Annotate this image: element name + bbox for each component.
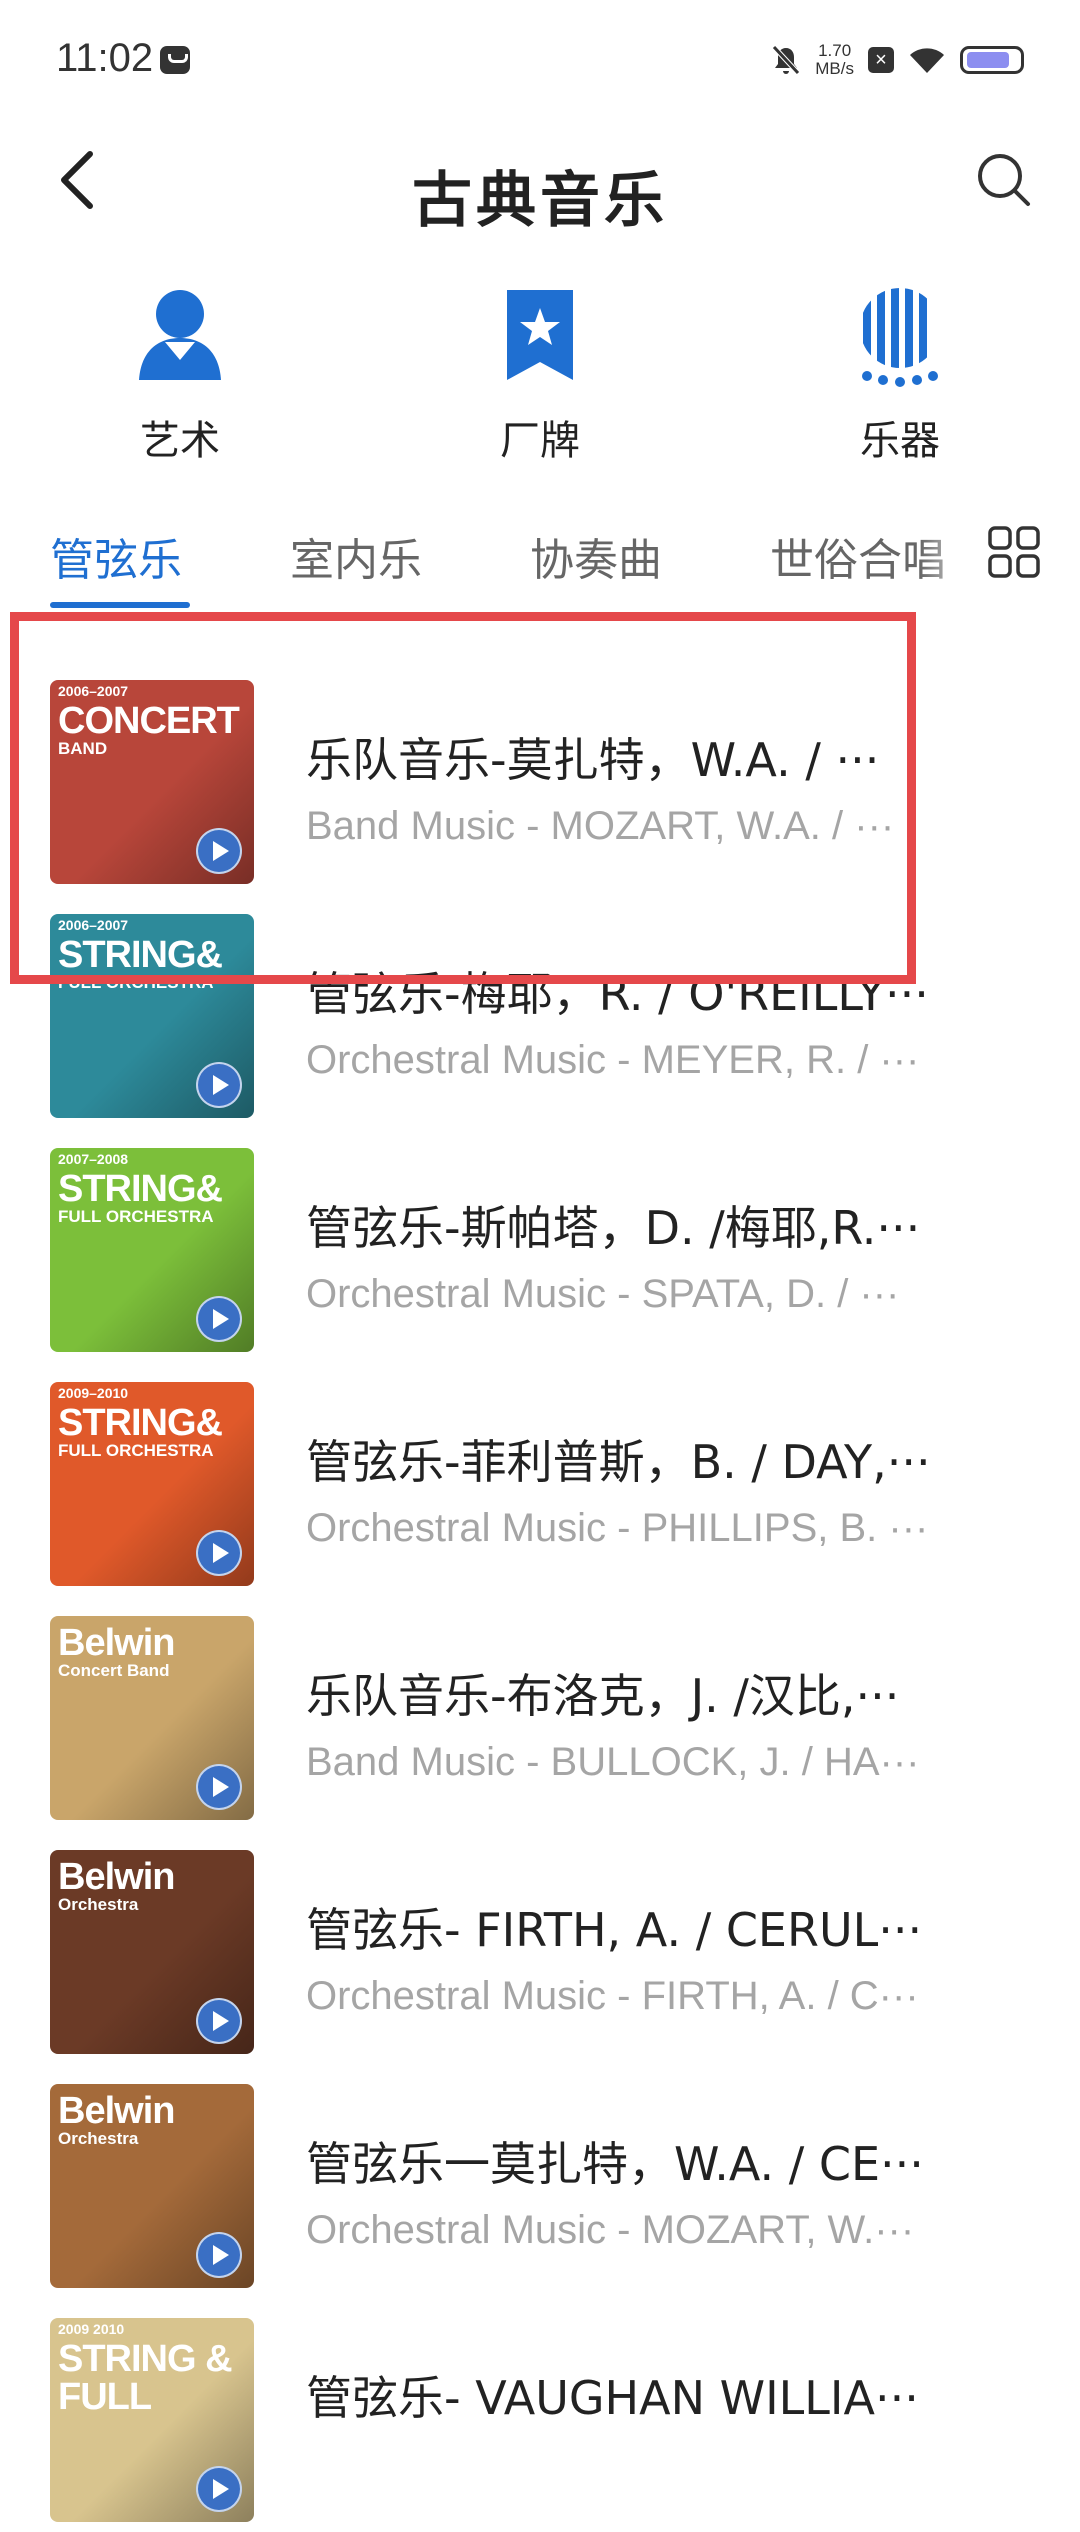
instrument-icon xyxy=(862,288,938,387)
cover-text: 2009 2010 STRING & FULL xyxy=(58,2322,254,2416)
cover-text: 2006–2007 CONCERT BAND xyxy=(58,683,240,758)
item-title: 管弦乐-斯帕塔，D. /梅耶,R.··· xyxy=(306,1201,921,1255)
tab-fade xyxy=(920,510,980,600)
battery-icon xyxy=(960,46,1024,74)
cover-subtitle: FULL ORCHESTRA xyxy=(58,973,214,992)
list-item[interactable]: 2006–2007 CONCERT BAND 乐队音乐-莫扎特，W.A. / ·… xyxy=(0,660,1080,894)
album-cover: Belwin Orchestra xyxy=(50,1850,254,2054)
album-cover: 2009–2010 STRING& FULL ORCHESTRA xyxy=(50,1382,254,1586)
app-header: 古典音乐 xyxy=(0,120,1080,240)
message-icon xyxy=(160,46,190,74)
item-subtitle: Orchestral Music - FIRTH, A. / C··· xyxy=(306,1974,919,2018)
album-cover: 2007–2008 STRING& FULL ORCHESTRA xyxy=(50,1148,254,1352)
category-instruments[interactable]: 乐器 xyxy=(780,280,1020,466)
play-icon[interactable] xyxy=(196,828,242,874)
cover-text: 2006–2007 STRING& FULL ORCHESTRA xyxy=(58,917,223,992)
play-icon[interactable] xyxy=(196,2232,242,2278)
item-subtitle: Band Music - BULLOCK, J. / HA··· xyxy=(306,1740,920,1784)
list-item[interactable]: Belwin Orchestra 管弦乐一莫扎特，W.A. / CE··· Or… xyxy=(0,2064,1080,2298)
cover-text: Belwin Concert Band xyxy=(58,1620,175,1680)
grid-menu-icon[interactable] xyxy=(984,522,1044,582)
item-title: 管弦乐- VAUGHAN WILLIA··· xyxy=(306,2371,919,2425)
play-icon[interactable] xyxy=(196,1062,242,1108)
speed-unit: MB/s xyxy=(815,59,854,78)
cover-year: 2006–2007 xyxy=(58,917,129,933)
item-title: 管弦乐一莫扎特，W.A. / CE··· xyxy=(306,2137,924,2191)
network-speed: 1.70 MB/s xyxy=(815,42,854,78)
list-item[interactable]: 2007–2008 STRING& FULL ORCHESTRA 管弦乐-斯帕塔… xyxy=(0,1128,1080,1362)
bell-off-icon xyxy=(772,45,801,75)
search-icon[interactable] xyxy=(968,144,1040,216)
play-icon[interactable] xyxy=(196,1530,242,1576)
cover-subtitle: Orchestra xyxy=(58,1895,139,1914)
tab-orchestral[interactable]: 管弦乐 xyxy=(50,524,182,588)
cover-subtitle: Concert Band xyxy=(58,1661,170,1680)
cover-year: 2007–2008 xyxy=(58,1151,129,1167)
cover-text: Belwin Orchestra xyxy=(58,2088,175,2148)
cover-title: Belwin xyxy=(58,1622,175,1664)
cover-text: 2009–2010 STRING& FULL ORCHESTRA xyxy=(58,1385,223,1460)
item-subtitle: Orchestral Music - SPATA, D. / ··· xyxy=(306,1272,900,1316)
wifi-icon xyxy=(910,48,944,73)
category-label: 艺术 xyxy=(140,418,220,464)
cover-text: 2007–2008 STRING& FULL ORCHESTRA xyxy=(58,1151,223,1226)
album-cover: 2006–2007 STRING& FULL ORCHESTRA xyxy=(50,914,254,1118)
cover-subtitle: FULL ORCHESTRA xyxy=(58,1441,214,1460)
cover-year: 2009–2010 xyxy=(58,1385,129,1401)
x-box-icon: × xyxy=(868,47,894,73)
album-cover: 2006–2007 CONCERT BAND xyxy=(50,680,254,884)
item-title: 乐队音乐-布洛克，J. /汉比,··· xyxy=(306,1669,900,1723)
item-title: 管弦乐- FIRTH, A. / CERUL··· xyxy=(306,1903,923,1957)
tab-bar: 管弦乐 室内乐 协奏曲 世俗合唱 xyxy=(0,510,1080,610)
cover-title: STRING& xyxy=(58,1168,223,1210)
cover-subtitle: BAND xyxy=(58,739,108,758)
status-time: 11:02 xyxy=(56,36,154,80)
cover-title: CONCERT xyxy=(58,700,240,742)
person-icon xyxy=(139,290,221,380)
cover-year: 2009 2010 xyxy=(58,2321,125,2337)
album-cover: 2009 2010 STRING & FULL xyxy=(50,2318,254,2522)
play-icon[interactable] xyxy=(196,1764,242,1810)
battery-level xyxy=(967,52,1009,68)
list-item[interactable]: 2009–2010 STRING& FULL ORCHESTRA 管弦乐-菲利普… xyxy=(0,1362,1080,1596)
item-subtitle: Band Music - MOZART, W.A. / ··· xyxy=(306,804,895,848)
play-icon[interactable] xyxy=(196,2466,242,2512)
album-cover: Belwin Orchestra xyxy=(50,2084,254,2288)
category-label: 厂牌 xyxy=(500,418,580,464)
list-item[interactable]: 2006–2007 STRING& FULL ORCHESTRA 管弦乐-梅耶，… xyxy=(0,894,1080,1128)
cover-title: STRING& xyxy=(58,1402,223,1444)
item-subtitle: Orchestral Music - MOZART, W.··· xyxy=(306,2208,915,2252)
status-bar: 11:02 1.70 MB/s × xyxy=(0,0,1080,120)
category-row: 艺术 厂牌 乐器 xyxy=(0,280,1080,480)
category-artists[interactable]: 艺术 xyxy=(60,280,300,466)
list-item[interactable]: Belwin Concert Band 乐队音乐-布洛克，J. /汉比,··· … xyxy=(0,1596,1080,1830)
list-item[interactable]: 2009 2010 STRING & FULL 管弦乐- VAUGHAN WIL… xyxy=(0,2298,1080,2532)
page-title: 古典音乐 xyxy=(412,166,668,236)
item-title: 管弦乐-菲利普斯，B. / DAY,··· xyxy=(306,1435,931,1489)
item-subtitle: Orchestral Music - PHILLIPS, B. ··· xyxy=(306,1506,929,1550)
cover-year: 2006–2007 xyxy=(58,683,129,699)
active-tab-indicator xyxy=(50,602,190,608)
cover-subtitle: FULL ORCHESTRA xyxy=(58,1207,214,1226)
item-title: 乐队音乐-莫扎特，W.A. / ··· xyxy=(306,733,880,787)
tab-chamber[interactable]: 室内乐 xyxy=(290,524,422,588)
item-subtitle: Orchestral Music - MEYER, R. / ··· xyxy=(306,1038,920,1082)
cover-text: Belwin Orchestra xyxy=(58,1854,175,1914)
item-title: 管弦乐-梅耶，R. / O'REILLY··· xyxy=(306,967,929,1021)
play-icon[interactable] xyxy=(196,1998,242,2044)
cover-subtitle: Orchestra xyxy=(58,2129,139,2148)
cover-title: STRING& xyxy=(58,934,223,976)
album-cover: Belwin Concert Band xyxy=(50,1616,254,1820)
status-icons: 1.70 MB/s × xyxy=(771,40,1024,80)
list-item[interactable]: Belwin Orchestra 管弦乐- FIRTH, A. / CERUL·… xyxy=(0,1830,1080,2064)
badge-icon xyxy=(507,290,573,380)
speed-value: 1.70 xyxy=(818,41,852,60)
cover-title: Belwin xyxy=(58,1856,175,1898)
category-labels[interactable]: 厂牌 xyxy=(420,280,660,466)
play-icon[interactable] xyxy=(196,1296,242,1342)
tab-concerto[interactable]: 协奏曲 xyxy=(530,524,662,588)
cover-title: Belwin xyxy=(58,2090,175,2132)
category-label: 乐器 xyxy=(860,418,940,464)
cover-title: STRING & FULL xyxy=(58,2338,233,2418)
